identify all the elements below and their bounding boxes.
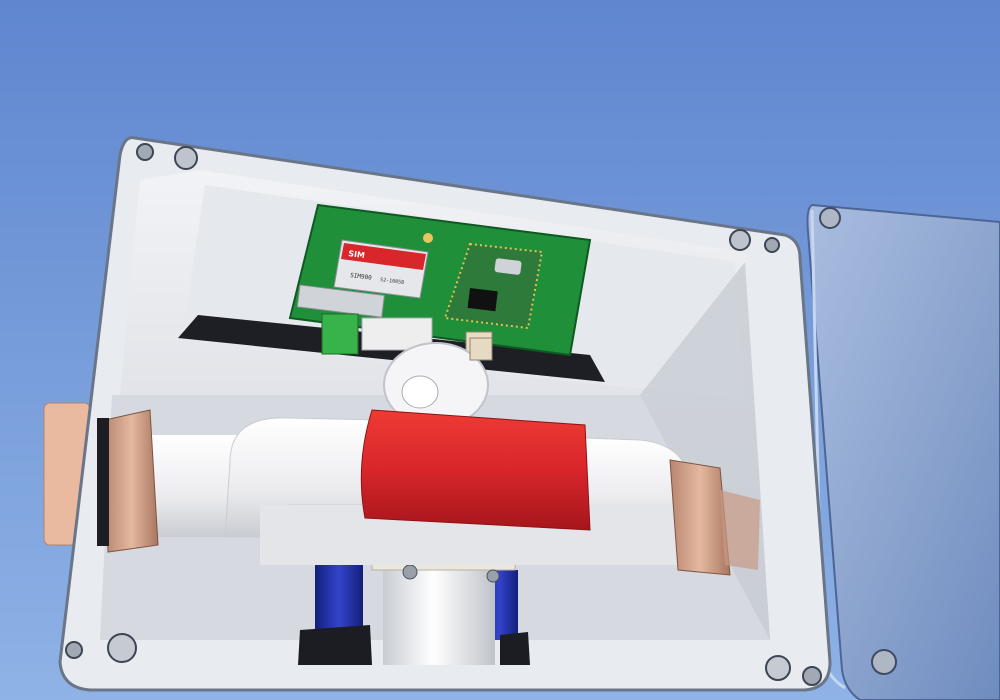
corner-screw-bl-icon <box>107 633 137 663</box>
corner-screw-br2-icon <box>802 666 822 686</box>
corner-screw-bl2-icon <box>65 641 83 659</box>
brass-nut-left <box>104 409 159 553</box>
corner-screw-br-icon <box>765 655 791 681</box>
pump-black-base <box>298 625 372 665</box>
red-pipe-band <box>360 409 591 531</box>
corner-screw-tr-icon <box>729 229 751 251</box>
lid-screw-bottom-icon <box>871 649 897 675</box>
brass-nut-right <box>669 459 731 576</box>
enclosure-render-scene: SIM SIM900 S2-10058 <box>0 0 1000 700</box>
lid-screw-top-icon <box>819 207 841 229</box>
corner-screw-tl2-icon <box>174 146 198 170</box>
pump-bolt-right-icon <box>486 569 500 583</box>
green-terminal-connector <box>321 313 359 355</box>
corner-screw-tl-icon <box>136 143 154 161</box>
pump-bolt-left-icon <box>402 564 418 580</box>
corner-screw-tr2-icon <box>764 237 780 253</box>
